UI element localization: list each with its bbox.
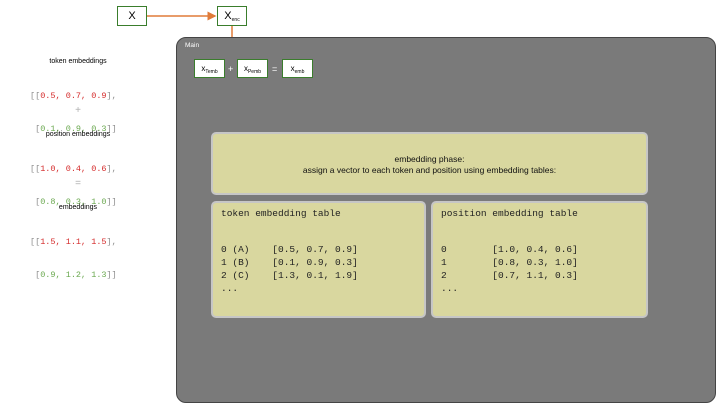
equals-operator: = [75, 178, 81, 189]
position-table-row: 2 [0.7, 1.1, 0.3] [441, 270, 578, 281]
token-embedding-table-panel: token embedding table 0 (A) [0.5, 0.7, 0… [211, 201, 426, 318]
eq-plus: + [228, 64, 234, 74]
token-table-row: ... [221, 283, 239, 294]
x-temb-box: xTemb [194, 59, 225, 78]
main-label: Main [185, 42, 200, 49]
x-temb-label: xTemb [201, 64, 218, 75]
token-table-title: token embedding table [221, 208, 341, 219]
token-table-row: 2 (C) [1.3, 0.1, 1.9] [221, 270, 358, 281]
embedding-phase-panel: embedding phase: assign a vector to each… [211, 132, 648, 195]
phase-description: assign a vector to each token and positi… [302, 165, 557, 175]
embeddings-title: embeddings [58, 204, 98, 211]
position-embeddings-title: position embeddings [45, 131, 111, 138]
token-embeddings-title: token embeddings [49, 58, 107, 65]
x-pemb-label: xPemb [243, 64, 262, 75]
position-table-row: 0 [1.0, 0.4, 0.6] [441, 244, 578, 255]
position-embedding-table-panel: position embedding table 0 [1.0, 0.4, 0.… [431, 201, 648, 318]
position-table-row: ... [441, 283, 459, 294]
embeddings-vector: [[1.5, 1.1, 1.5], [0.9, 1.2, 1.3]] [30, 237, 117, 280]
position-table-title: position embedding table [441, 208, 578, 219]
eq-equals: = [272, 64, 278, 74]
x-emb-box: xemb [282, 59, 313, 78]
main-container: Main xTemb + xPemb = xemb embedding phas… [176, 37, 716, 403]
x-emb-label: xemb [290, 64, 305, 75]
x-pemb-box: xPemb [237, 59, 268, 78]
token-table-row: 1 (B) [0.1, 0.9, 0.3] [221, 257, 358, 268]
plus-operator: + [75, 105, 81, 116]
phase-title: embedding phase: [394, 154, 465, 164]
token-table-row: 0 (A) [0.5, 0.7, 0.9] [221, 244, 358, 255]
position-table-row: 1 [0.8, 0.3, 1.0] [441, 257, 578, 268]
